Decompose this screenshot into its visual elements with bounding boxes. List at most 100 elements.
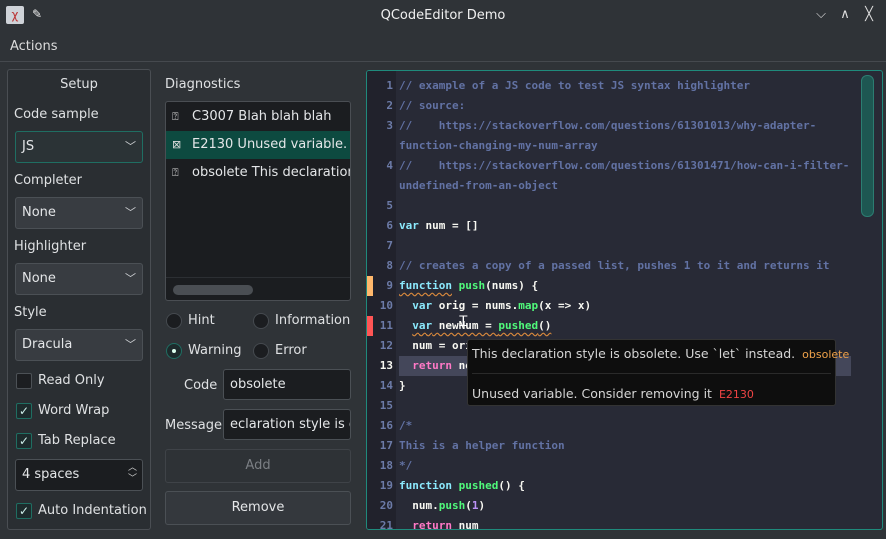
remove-button[interactable]: Remove <box>165 491 351 525</box>
line-number: 10 <box>379 299 393 312</box>
code-token: /* <box>399 419 413 432</box>
hint-radio[interactable] <box>166 313 182 329</box>
highlighter-value: None <box>22 271 56 286</box>
code-line: // https://stackoverflow.com/questions/6… <box>399 156 849 176</box>
code-line: function push(nums) { <box>399 276 538 296</box>
line-number: 6 <box>386 219 393 232</box>
code-editor[interactable]: 1 // example of a JS code to test JS synt… <box>366 70 883 530</box>
line-number: 18 <box>379 459 393 472</box>
code-line: // example of a JS code to test JS synta… <box>399 76 750 96</box>
line-number: 14 <box>379 379 393 392</box>
code-token: ) <box>478 499 486 512</box>
text-cursor-icon: Ꮖ <box>459 314 469 330</box>
code-line: return num <box>399 516 479 530</box>
code-sample-select[interactable]: JS ﹀ <box>15 131 143 163</box>
code-token: This is a helper function <box>399 439 565 452</box>
line-number: 20 <box>379 499 393 512</box>
diagnostics-list[interactable]: ⍰ C3007 Blah blah blah ⊠ E2130 Unused vari… <box>165 101 351 301</box>
highlighter-select[interactable]: None ﹀ <box>15 263 143 295</box>
add-button[interactable]: Add <box>165 449 351 483</box>
diagnostic-item[interactable]: ⊠ E2130 Unused variable. Consider removin… <box>166 131 350 159</box>
code-token: } <box>399 379 406 392</box>
code-line: function pushed() { <box>399 476 525 496</box>
code-token: // creates a copy of a passed list, push… <box>399 259 830 272</box>
code-token: (x => x) <box>538 299 592 312</box>
code-token: pushed <box>458 479 499 492</box>
line-number: 12 <box>379 339 393 352</box>
message-input[interactable]: eclaration style is ol <box>223 409 351 440</box>
code-line: // source: <box>399 96 465 116</box>
code-token: orig = nums. <box>432 299 519 312</box>
code-token: function <box>399 479 452 492</box>
spin-arrows-icon[interactable]: ︿ ﹀ <box>128 463 137 485</box>
word-wrap-label: Word Wrap <box>38 403 110 418</box>
code-line-wrap: undefined-from-an-object <box>399 176 558 196</box>
style-value: Dracula <box>22 337 73 352</box>
error-label: Error <box>275 343 307 358</box>
line-number: 21 <box>379 519 393 530</box>
code-token: 1 <box>471 499 479 512</box>
completer-select[interactable]: None ﹀ <box>15 197 143 229</box>
code-token: function <box>399 279 452 292</box>
style-select[interactable]: Dracula ﹀ <box>15 329 143 361</box>
chevron-down-icon: ﹀ <box>125 338 136 351</box>
tab-size-spinbox[interactable]: 4 spaces ︿ ﹀ <box>15 459 143 491</box>
line-number: 1 <box>386 79 393 92</box>
line-number: 11 <box>379 319 393 332</box>
error-radio[interactable] <box>253 343 269 359</box>
diagnostic-item[interactable]: ⍰ obsolete This declaration style is obso… <box>166 159 351 187</box>
code-line: var num = [] <box>399 216 478 236</box>
close-button[interactable]: ╳ <box>860 6 878 24</box>
tab-replace-label: Tab Replace <box>38 433 116 448</box>
code-token: push <box>458 279 486 292</box>
code-line: /* <box>399 416 412 436</box>
minimize-button[interactable]: ⌵ <box>812 6 830 24</box>
code-token: num <box>452 519 479 530</box>
code-line: var newNum = pushed() <box>399 316 551 336</box>
read-only-checkbox[interactable] <box>16 373 32 389</box>
code-token: function-changing-my-num-array <box>399 139 598 152</box>
code-token: map <box>518 299 539 312</box>
chevron-down-icon: ﹀ <box>125 206 136 219</box>
warning-icon: ⍰ <box>172 166 179 179</box>
code-token: // example of a JS code to test JS synta… <box>399 79 750 92</box>
line-number: 15 <box>379 399 393 412</box>
code-token: return <box>412 519 452 530</box>
code-line: } <box>399 376 406 396</box>
code-line: var orig = nums.map(x => x) <box>399 296 591 316</box>
warning-label: Warning <box>188 343 242 358</box>
tab-replace-checkbox[interactable]: ✓ <box>16 433 32 449</box>
message-label: Message <box>165 418 222 433</box>
menu-bar <box>0 34 886 62</box>
hint-label: Hint <box>188 313 215 328</box>
warning-radio[interactable] <box>166 343 182 359</box>
chevron-down-icon: ﹀ <box>125 272 136 285</box>
code-token: num = [] <box>418 219 479 232</box>
diagnostic-text: C3007 Blah blah blah <box>192 109 332 124</box>
code-token: // https://stackoverflow.com/questions/6… <box>399 119 817 132</box>
code-line: */ <box>399 456 412 476</box>
vertical-scrollbar[interactable] <box>861 75 874 217</box>
menu-actions[interactable]: Actions <box>10 39 58 54</box>
line-number: 17 <box>379 439 393 452</box>
line-number: 7 <box>386 239 393 252</box>
tab-size-value: 4 spaces <box>22 467 80 482</box>
word-wrap-checkbox[interactable]: ✓ <box>16 403 32 419</box>
maximize-button[interactable]: ∧ <box>836 6 854 24</box>
diagnostic-item[interactable]: ⍰ C3007 Blah blah blah <box>166 103 350 131</box>
diagnostic-text: obsolete This declaration style is obsol… <box>192 165 351 180</box>
code-token: () { <box>498 479 525 492</box>
code-token: pushed <box>498 319 539 332</box>
auto-indentation-checkbox[interactable]: ✓ <box>16 503 32 519</box>
information-radio[interactable] <box>253 313 269 329</box>
code-input[interactable]: obsolete <box>223 369 351 400</box>
information-label: Information <box>275 313 351 328</box>
completer-label: Completer <box>14 173 82 188</box>
horizontal-scrollbar[interactable] <box>173 285 253 295</box>
code-line: num.push(1) <box>399 496 485 516</box>
line-number: 4 <box>386 159 393 172</box>
